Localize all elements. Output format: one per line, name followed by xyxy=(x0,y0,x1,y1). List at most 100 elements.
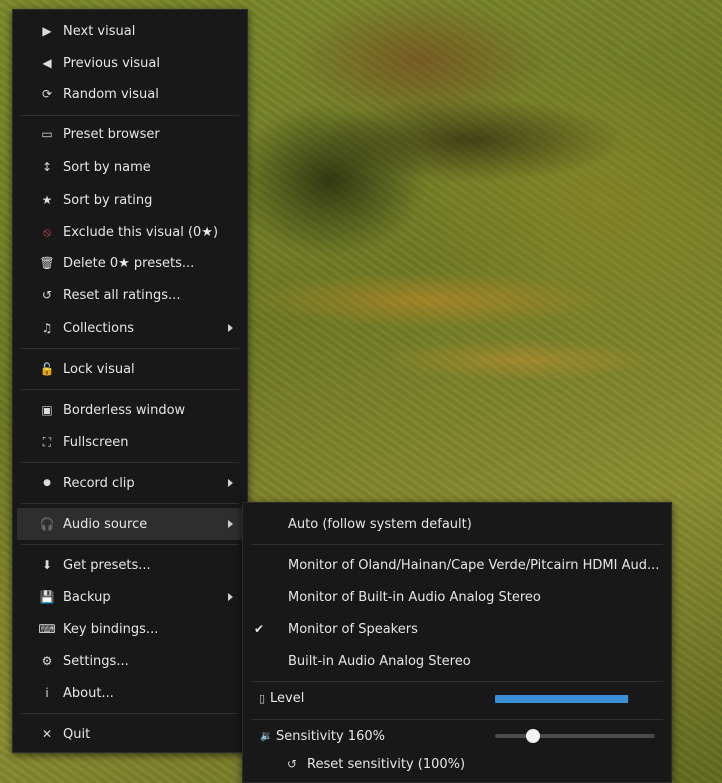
menu-separator xyxy=(251,719,663,720)
level-meter xyxy=(495,695,629,703)
menu-item-label: About... xyxy=(63,685,114,701)
exclude-visual-item[interactable]: ⦸ Exclude this visual (0★) xyxy=(17,216,243,248)
menu-item-label: Auto (follow system default) xyxy=(288,516,472,532)
trash-icon: 🗑 xyxy=(39,256,55,270)
reset-ratings-item[interactable]: ↺ Reset all ratings... xyxy=(17,279,243,311)
menu-item-label: Random visual xyxy=(63,86,159,102)
menu-item-label: Audio source xyxy=(63,516,148,532)
reset-sensitivity-label: Reset sensitivity (100%) xyxy=(307,756,466,772)
sort-by-rating-item[interactable]: ★ Sort by rating xyxy=(17,184,243,216)
random-icon: ⟳ xyxy=(41,87,53,101)
fullscreen-item[interactable]: ⛶ Fullscreen xyxy=(17,426,243,458)
keyboard-icon: ⌨ xyxy=(38,622,56,636)
settings-item[interactable]: ⚙ Settings... xyxy=(17,645,243,677)
menu-item-label: Next visual xyxy=(63,23,136,39)
fullscreen-icon: ⛶ xyxy=(42,434,52,449)
delete-presets-item[interactable]: 🗑 Delete 0★ presets... xyxy=(17,247,243,279)
menu-item-label: Delete 0★ presets... xyxy=(63,255,195,271)
backup-item[interactable]: 💾 Backup xyxy=(17,581,243,613)
menu-separator xyxy=(251,681,663,682)
music-note-icon: ♫ xyxy=(41,321,53,335)
menu-item-label: Lock visual xyxy=(63,361,135,377)
play-icon: ▶ xyxy=(42,24,52,38)
menu-item-label: Monitor of Oland/Hainan/Cape Verde/Pitca… xyxy=(288,557,660,573)
sort-icon: ↕ xyxy=(41,160,53,174)
level-label: Level xyxy=(270,690,305,706)
menu-separator xyxy=(21,713,239,714)
menu-item-label: Settings... xyxy=(63,653,129,669)
checkmark-icon: ✔ xyxy=(254,622,265,636)
reset-icon: ↺ xyxy=(287,757,298,771)
menu-item-label: Exclude this visual (0★) xyxy=(63,224,219,240)
menu-item-label: Monitor of Built-in Audio Analog Stereo xyxy=(288,589,541,605)
backup-icon: 💾 xyxy=(39,590,55,604)
collections-item[interactable]: ♫ Collections xyxy=(17,312,243,344)
quit-item[interactable]: ✕ Quit xyxy=(17,718,243,750)
window-icon: ▭ xyxy=(41,127,53,141)
menu-item-label: Built-in Audio Analog Stereo xyxy=(288,653,471,669)
menu-item-label: Record clip xyxy=(63,475,135,491)
audio-auto-item[interactable]: Auto (follow system default) xyxy=(247,508,667,540)
download-icon: ⬇ xyxy=(41,558,53,572)
record-icon: ● xyxy=(43,478,51,488)
sensitivity-label: Sensitivity 160% xyxy=(276,728,385,744)
submenu-arrow-icon xyxy=(228,520,233,528)
context-menu: ▶ Next visual ◀ Previous visual ⟳ Random… xyxy=(12,9,248,753)
menu-item-label: Sort by rating xyxy=(63,192,153,208)
audio-device-item[interactable]: Built-in Audio Analog Stereo xyxy=(247,645,667,677)
menu-separator xyxy=(251,544,663,545)
menu-item-label: Sort by name xyxy=(63,159,151,175)
about-item[interactable]: i About... xyxy=(17,677,243,709)
borderless-window-item[interactable]: ▣ Borderless window xyxy=(17,394,243,426)
menu-separator xyxy=(21,544,239,545)
sort-by-name-item[interactable]: ↕ Sort by name xyxy=(17,151,243,183)
audio-device-item[interactable]: Monitor of Oland/Hainan/Cape Verde/Pitca… xyxy=(247,549,667,581)
menu-separator xyxy=(21,115,239,116)
gear-icon: ⚙ xyxy=(41,654,53,668)
preset-browser-item[interactable]: ▭ Preset browser xyxy=(17,118,243,150)
menu-separator xyxy=(21,462,239,463)
next-visual-item[interactable]: ▶ Next visual xyxy=(17,15,243,47)
speaker-icon: 🔉 xyxy=(260,730,273,742)
star-icon: ★ xyxy=(41,193,53,207)
audio-source-submenu: Auto (follow system default) Monitor of … xyxy=(242,502,672,783)
info-icon: i xyxy=(45,686,49,700)
level-meter-icon: ▯ xyxy=(259,691,266,705)
menu-item-label: Reset all ratings... xyxy=(63,287,181,303)
get-presets-item[interactable]: ⬇ Get presets... xyxy=(17,549,243,581)
menu-item-label: Borderless window xyxy=(63,402,186,418)
borderless-icon: ▣ xyxy=(41,403,53,417)
menu-separator xyxy=(21,503,239,504)
random-visual-item[interactable]: ⟳ Random visual xyxy=(17,78,243,110)
menu-item-label: Quit xyxy=(63,726,91,742)
headphones-icon: 🎧 xyxy=(39,517,55,531)
lock-visual-item[interactable]: 🔓 Lock visual xyxy=(17,353,243,385)
menu-separator xyxy=(21,348,239,349)
level-meter-fill xyxy=(495,695,628,703)
audio-source-item[interactable]: 🎧 Audio source xyxy=(17,508,243,540)
submenu-arrow-icon xyxy=(228,593,233,601)
menu-item-label: Previous visual xyxy=(63,55,160,71)
record-clip-item[interactable]: ● Record clip xyxy=(17,467,243,499)
lock-icon: 🔓 xyxy=(39,362,55,376)
menu-item-label: Preset browser xyxy=(63,126,160,142)
menu-item-label: Collections xyxy=(63,320,135,336)
menu-item-label: Key bindings... xyxy=(63,621,159,637)
menu-item-label: Fullscreen xyxy=(63,434,129,450)
audio-device-item[interactable]: ✔ Monitor of Speakers xyxy=(247,613,667,645)
menu-item-label: Get presets... xyxy=(63,557,151,573)
menu-item-label: Backup xyxy=(63,589,111,605)
sensitivity-slider[interactable] xyxy=(495,729,655,743)
reset-icon: ↺ xyxy=(41,288,53,302)
menu-item-label: Monitor of Speakers xyxy=(288,621,418,637)
previous-visual-item[interactable]: ◀ Previous visual xyxy=(17,47,243,79)
menu-separator xyxy=(21,389,239,390)
audio-device-item[interactable]: Monitor of Built-in Audio Analog Stereo xyxy=(247,581,667,613)
submenu-arrow-icon xyxy=(228,479,233,487)
previous-icon: ◀ xyxy=(42,56,52,70)
close-icon: ✕ xyxy=(41,727,53,741)
key-bindings-item[interactable]: ⌨ Key bindings... xyxy=(17,613,243,645)
submenu-arrow-icon xyxy=(228,324,233,332)
prohibited-icon: ⦸ xyxy=(43,224,51,239)
reset-sensitivity-item[interactable]: ↺ Reset sensitivity (100%) xyxy=(247,750,667,778)
